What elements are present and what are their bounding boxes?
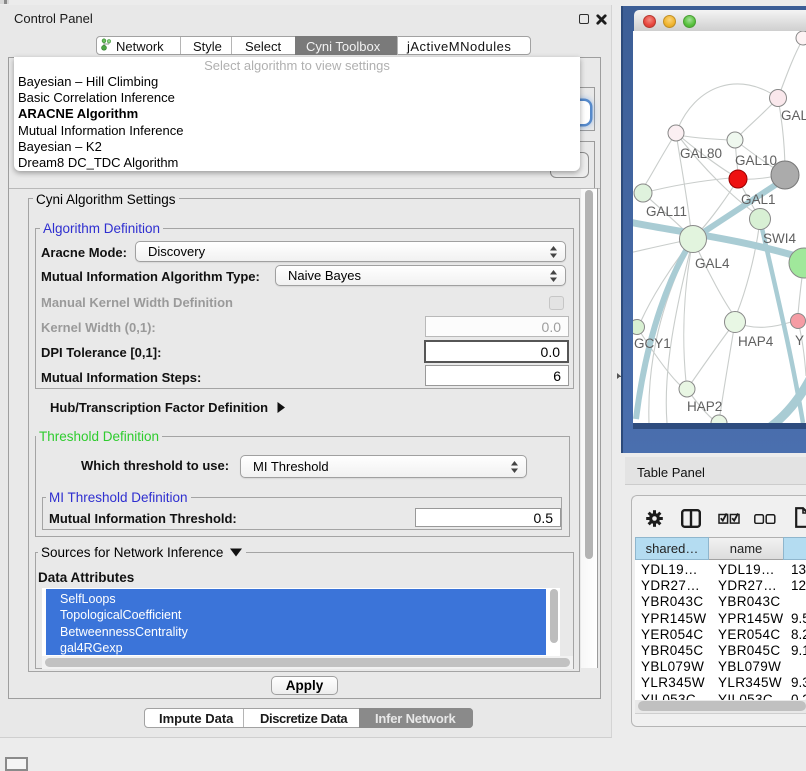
svg-text:GAL11: GAL11: [646, 204, 687, 219]
svg-text:GAL: GAL: [781, 108, 806, 123]
svg-text:GAL1: GAL1: [741, 192, 776, 207]
svg-text:HAP4: HAP4: [738, 334, 774, 349]
svg-text:SWI4: SWI4: [763, 231, 796, 246]
svg-text:GAL80: GAL80: [680, 146, 722, 161]
svg-text:HAP2: HAP2: [687, 399, 722, 414]
svg-text:GAL4: GAL4: [695, 256, 730, 271]
svg-text:Y: Y: [795, 333, 804, 348]
svg-text:GCY1: GCY1: [634, 336, 671, 351]
svg-text:GAL10: GAL10: [735, 153, 777, 168]
